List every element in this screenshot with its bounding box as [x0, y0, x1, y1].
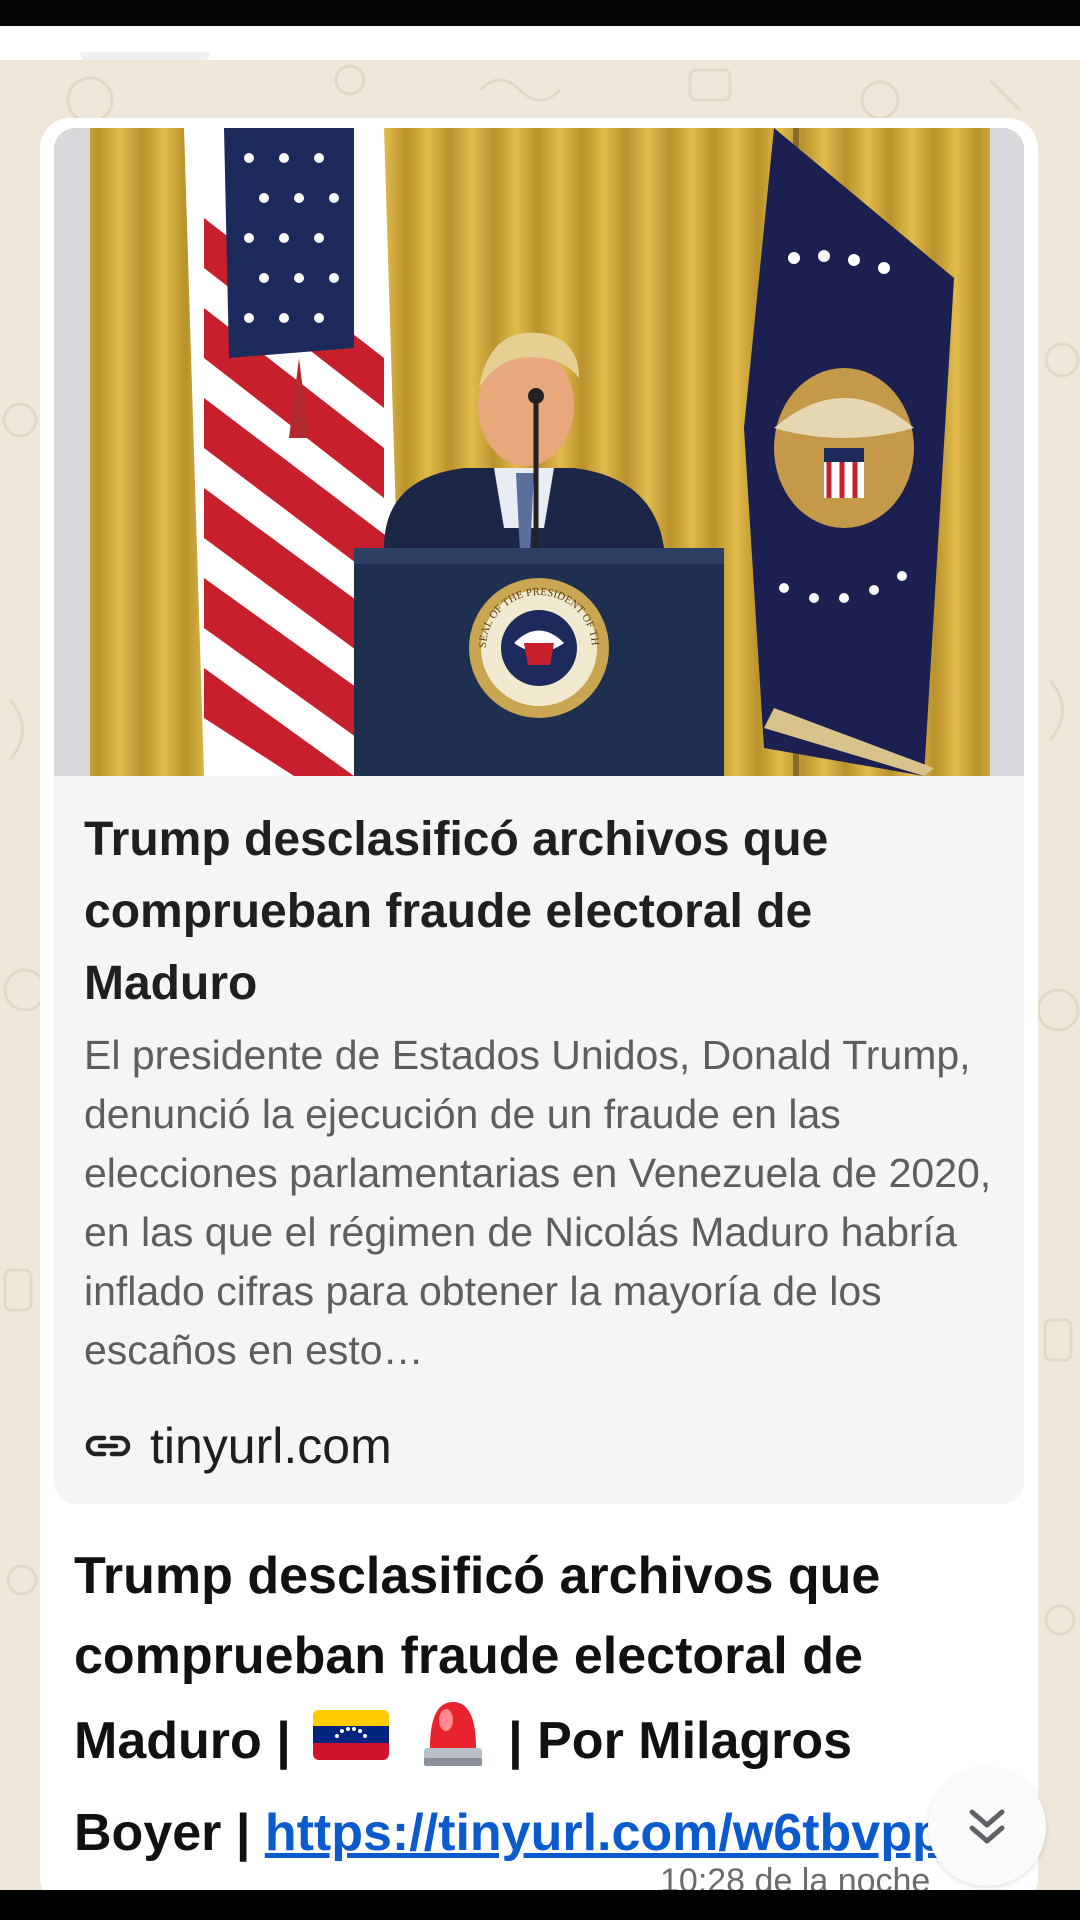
message-link[interactable]: https://tinyurl.com/w6tbvpp2: [265, 1804, 973, 1862]
message-bubble[interactable]: SEAL OF THE PRESIDENT OF THE UNITED STAT…: [40, 118, 1038, 1908]
preview-image[interactable]: SEAL OF THE PRESIDENT OF THE UNITED STAT…: [54, 128, 1024, 776]
top-strip: [0, 26, 1080, 62]
message-text: Trump desclasificó archivos que comprueb…: [74, 1536, 984, 1873]
navigation-bar: [0, 1890, 1080, 1920]
double-chevron-down-icon: [969, 1809, 1005, 1844]
link-preview-card[interactable]: SEAL OF THE PRESIDENT OF THE UNITED STAT…: [54, 128, 1024, 1504]
scroll-down-button[interactable]: [928, 1768, 1046, 1886]
link-icon: [85, 1435, 131, 1457]
preview-description: El presidente de Estados Unidos, Donald …: [84, 1032, 992, 1373]
preview-title[interactable]: Trump desclasificó archivos que comprueb…: [84, 804, 984, 1020]
preview-domain-row[interactable]: tinyurl.com: [84, 1416, 392, 1476]
preview-domain: tinyurl.com: [150, 1418, 392, 1474]
police-light-emoji: [418, 1696, 488, 1793]
venezuela-flag-emoji: [311, 1705, 391, 1785]
